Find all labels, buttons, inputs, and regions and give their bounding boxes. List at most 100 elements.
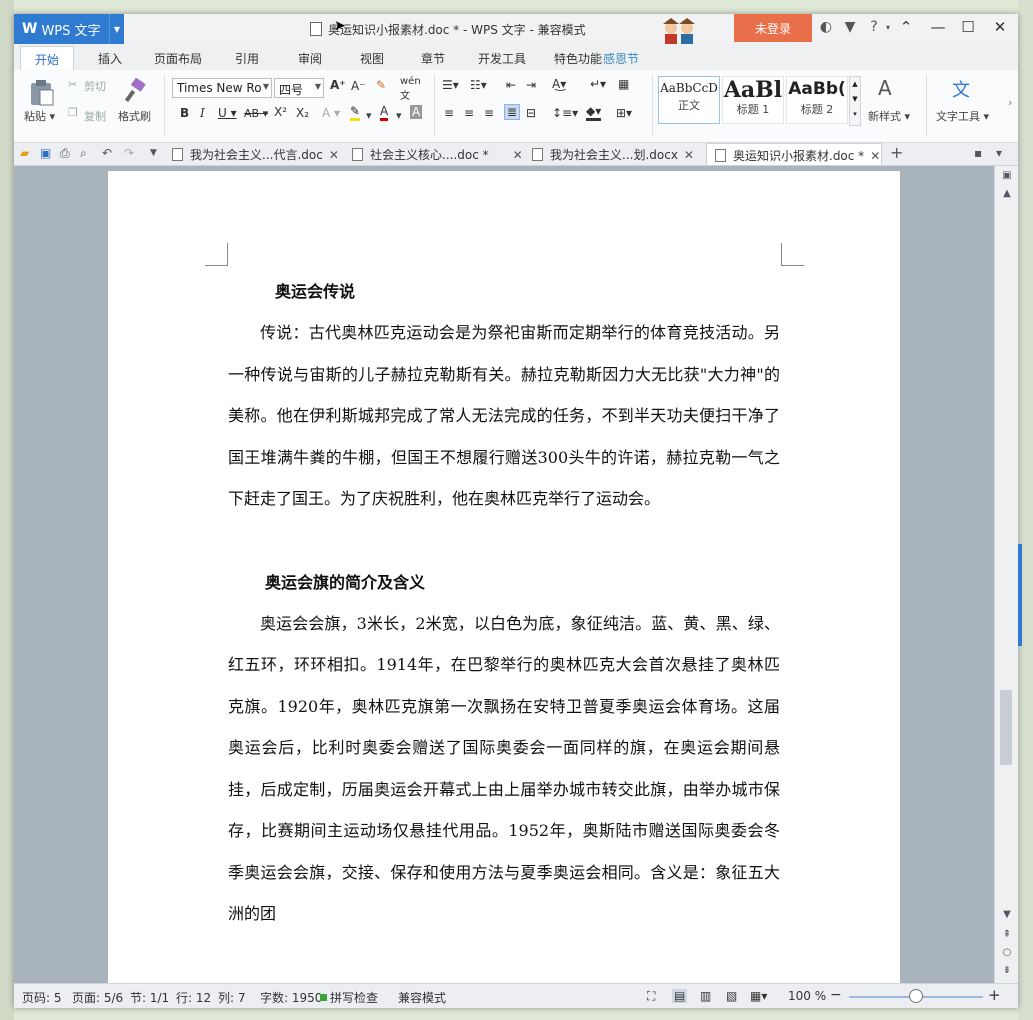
web-view-icon[interactable]: ▧: [726, 989, 737, 1003]
zoom-out-icon[interactable]: −: [830, 987, 842, 1003]
doc-tab-2[interactable]: 社会主义核心....doc * ✕: [352, 143, 528, 165]
scroll-down-icon[interactable]: ▼: [995, 909, 1018, 920]
save-icon[interactable]: ▣: [40, 146, 51, 160]
doc-tab-4-active[interactable]: 奥运知识小报素材.doc * ✕: [706, 143, 882, 165]
new-tab-icon[interactable]: +: [890, 143, 903, 162]
next-page-icon[interactable]: ⇟: [995, 965, 1018, 976]
text-tools-button[interactable]: 文字工具 ▾: [936, 108, 989, 124]
paste-icon[interactable]: [28, 78, 56, 108]
style-heading-1[interactable]: AaBl 标题 1: [722, 76, 784, 124]
highlight-icon[interactable]: ✎: [350, 104, 361, 121]
align-center-icon[interactable]: ≡: [464, 106, 474, 120]
zoom-level[interactable]: 100 %: [788, 989, 826, 1003]
doc-tab-1[interactable]: 我为社会主义...代言.doc ✕: [172, 143, 348, 165]
collapse-ribbon-icon[interactable]: ⌃: [894, 18, 918, 36]
underline-icon[interactable]: U ▾: [218, 106, 237, 120]
text-effect-icon[interactable]: A ▾: [322, 106, 340, 120]
tab-special-features[interactable]: 特色功能: [554, 50, 602, 67]
new-style-button[interactable]: 新样式 ▾: [868, 108, 910, 124]
line-spacing-icon[interactable]: ↕≡▾: [552, 106, 578, 120]
previous-page-icon[interactable]: ⇞: [995, 929, 1018, 940]
close-icon[interactable]: ✕: [988, 18, 1012, 36]
tab-references[interactable]: 引用: [235, 50, 259, 67]
show-marks-icon[interactable]: ↵▾: [590, 77, 606, 91]
undo-icon[interactable]: ↶: [102, 146, 112, 160]
document-page[interactable]: 奥运会传说 传说：古代奥林匹克运动会是为祭祀宙斯而定期举行的体育竞技活动。另一种…: [108, 171, 900, 983]
borders-icon[interactable]: ⊞▾: [616, 106, 632, 120]
clear-format-icon[interactable]: ✎: [376, 78, 386, 92]
increase-indent-icon[interactable]: ⇥: [526, 78, 536, 92]
status-word-count[interactable]: 字数: 1950: [260, 989, 322, 1006]
new-style-icon[interactable]: A: [878, 76, 892, 100]
redo-icon[interactable]: ↷: [124, 146, 134, 160]
tab-page-layout[interactable]: 页面布局: [154, 50, 202, 67]
format-painter-button[interactable]: 格式刷: [118, 108, 151, 124]
align-right-icon[interactable]: ≡: [484, 106, 494, 120]
decrease-indent-icon[interactable]: ⇤: [506, 78, 516, 92]
read-view-icon[interactable]: ▦▾: [750, 989, 767, 1003]
scrollbar-thumb[interactable]: [1000, 690, 1012, 765]
document-body[interactable]: 奥运会传说 传说：古代奥林匹克运动会是为祭祀宙斯而定期举行的体育竞技活动。另一种…: [228, 271, 780, 935]
align-left-icon[interactable]: ≡: [444, 106, 454, 120]
phonetic-guide-icon[interactable]: wén 文: [400, 76, 421, 102]
cut-button[interactable]: 剪切: [84, 78, 106, 94]
font-color-icon[interactable]: A: [380, 104, 389, 121]
font-name-select[interactable]: Times New Ro ▼: [172, 78, 272, 98]
print-preview-icon[interactable]: ⌕: [80, 146, 87, 161]
maximize-icon[interactable]: ☐: [956, 18, 980, 36]
bold-icon[interactable]: B: [180, 106, 189, 120]
text-tools-icon[interactable]: 文: [952, 76, 970, 102]
app-menu-button[interactable]: W WPS 文字 ▼: [14, 14, 124, 44]
format-painter-icon[interactable]: [122, 78, 148, 104]
distributed-icon[interactable]: ⊟: [526, 106, 536, 120]
chevron-down-icon[interactable]: ▾: [366, 109, 372, 122]
strikethrough-icon[interactable]: AB ▾: [244, 107, 268, 120]
superscript-icon[interactable]: X²: [274, 105, 287, 119]
tab-options-icon[interactable]: ▾: [996, 146, 1002, 160]
numbered-list-icon[interactable]: ☷▾: [470, 78, 487, 92]
open-folder-icon[interactable]: ▰: [20, 146, 29, 160]
chevron-down-icon[interactable]: ▼: [109, 14, 124, 44]
chevron-right-icon[interactable]: ›: [1008, 96, 1012, 109]
tab-developer[interactable]: 开发工具: [478, 50, 526, 67]
minimize-icon[interactable]: —: [926, 18, 950, 36]
shrink-font-icon[interactable]: A⁻: [351, 79, 366, 93]
text-direction-icon[interactable]: A͜▾: [552, 77, 566, 91]
copy-button[interactable]: 复制: [84, 108, 106, 124]
subscript-icon[interactable]: X₂: [296, 106, 309, 120]
bullet-list-icon[interactable]: ☰▾: [442, 78, 459, 92]
tab-insert[interactable]: 插入: [98, 50, 122, 67]
style-heading-2[interactable]: AaBb( 标题 2: [786, 76, 848, 124]
char-shading-icon[interactable]: A: [410, 105, 423, 119]
doc-tab-3[interactable]: 我为社会主义...划.docx ✕: [532, 143, 708, 165]
quick-access-dropdown-icon[interactable]: ▼: [150, 148, 157, 158]
vertical-scrollbar[interactable]: ▣ ▲ ▼ ⇞ ○ ⇟: [994, 166, 1018, 983]
close-icon[interactable]: ✕: [870, 149, 880, 163]
tab-view[interactable]: 视图: [360, 50, 384, 67]
styles-scroll[interactable]: ▲ ▼ ▾: [849, 76, 861, 126]
style-normal[interactable]: AaBbCcD 正文: [658, 76, 720, 124]
outline-view-icon[interactable]: ▥: [700, 989, 711, 1003]
chevron-down-icon[interactable]: ▾: [396, 109, 402, 122]
close-icon[interactable]: ✕: [513, 148, 523, 162]
tab-review[interactable]: 审阅: [298, 50, 322, 67]
paste-button[interactable]: 粘贴 ▾: [24, 108, 55, 124]
table-grid-icon[interactable]: ▦: [618, 77, 629, 91]
grow-font-icon[interactable]: A⁺: [330, 78, 346, 92]
justify-icon[interactable]: ≣: [504, 104, 521, 120]
shading-icon[interactable]: ◆▾: [586, 104, 602, 121]
print-icon[interactable]: ⎙: [60, 146, 70, 161]
select-browse-object-icon[interactable]: ○: [995, 947, 1018, 958]
status-page[interactable]: 页面: 5/6: [72, 989, 123, 1006]
skin-icon[interactable]: ◐: [816, 19, 836, 35]
italic-icon[interactable]: I: [200, 106, 205, 120]
shirt-icon[interactable]: ▼: [840, 19, 860, 35]
font-size-select[interactable]: 四号 ▼: [274, 78, 324, 98]
close-icon[interactable]: ✕: [329, 148, 339, 162]
login-button[interactable]: 未登录: [734, 14, 812, 42]
scroll-up-icon[interactable]: ▲: [995, 188, 1018, 199]
close-icon[interactable]: ✕: [684, 148, 694, 162]
zoom-slider-handle[interactable]: [909, 989, 923, 1003]
page-view-icon[interactable]: ▤: [672, 989, 688, 1003]
zoom-in-icon[interactable]: +: [988, 986, 1001, 1004]
